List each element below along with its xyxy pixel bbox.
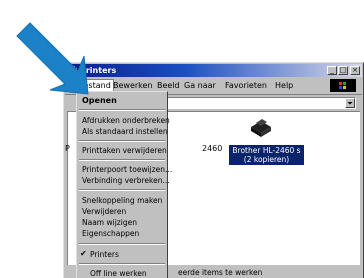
title-bar[interactable]: Printers _ □ ×: [65, 64, 362, 77]
bestand-dropdown-menu: Openen Afdrukken onderbreken Als standaa…: [76, 91, 172, 278]
printer-name: Brother HL-2460 s: [232, 146, 301, 155]
menu-separator: [79, 109, 165, 111]
menu-favorieten[interactable]: Favorieten: [225, 80, 267, 91]
menu-item-verwijderen[interactable]: Verwijderen: [82, 207, 126, 217]
printer-icon[interactable]: [247, 115, 273, 139]
menu-item-printers[interactable]: Printers: [90, 250, 119, 260]
menu-separator: [79, 263, 165, 265]
content-partial-model-text: 2460: [202, 144, 223, 153]
menu-item-afdrukken-onderbreken[interactable]: Afdrukken onderbreken: [82, 116, 170, 126]
window-title: Printers: [80, 66, 117, 75]
menu-item-openen[interactable]: Openen: [82, 96, 117, 106]
menu-separator: [79, 159, 165, 161]
printer-folder-icon: [68, 66, 77, 75]
menu-item-printerpoort-toewijzen[interactable]: Printerpoort toewijzen...: [82, 165, 172, 175]
printer-label[interactable]: Brother HL-2460 s (2 kopieren): [229, 145, 304, 165]
menu-item-eigenschappen[interactable]: Eigenschappen: [82, 229, 139, 239]
address-dropdown-button[interactable]: [345, 98, 355, 108]
menu-bewerken[interactable]: Bewerken: [113, 80, 153, 91]
menu-separator: [79, 243, 165, 245]
check-mark-icon: ✔: [80, 249, 87, 258]
menu-item-off-line-werken[interactable]: Off line werken: [90, 269, 147, 278]
menu-item-snelkoppeling-maken[interactable]: Snelkoppeling maken: [82, 196, 162, 206]
content-partial-letter: P: [65, 144, 70, 153]
menu-item-verbinding-verbreken[interactable]: Verbinding verbreken...: [82, 176, 170, 186]
close-button[interactable]: ×: [350, 66, 360, 75]
menu-ga-naar[interactable]: Ga naar: [184, 80, 216, 91]
status-text: eerde items te werken: [178, 268, 263, 277]
windows-flag-icon: [339, 82, 346, 89]
minimize-button[interactable]: _: [327, 66, 337, 75]
menu-separator: [79, 140, 165, 142]
maximize-button[interactable]: □: [338, 66, 348, 75]
menu-separator: [79, 189, 165, 191]
menu-item-printtaken-verwijderen[interactable]: Printtaken verwijderen: [82, 146, 167, 156]
menu-item-naam-wijzigen[interactable]: Naam wijzigen: [82, 218, 137, 228]
printer-copy-count: (2 kopieren): [243, 155, 290, 164]
chevron-down-icon: [347, 102, 353, 105]
menu-help[interactable]: Help: [275, 80, 293, 91]
windows-logo-throbber: [330, 79, 356, 92]
menu-item-als-standaard[interactable]: Als standaard instellen: [82, 127, 168, 137]
menu-beeld[interactable]: Beeld: [157, 80, 180, 91]
